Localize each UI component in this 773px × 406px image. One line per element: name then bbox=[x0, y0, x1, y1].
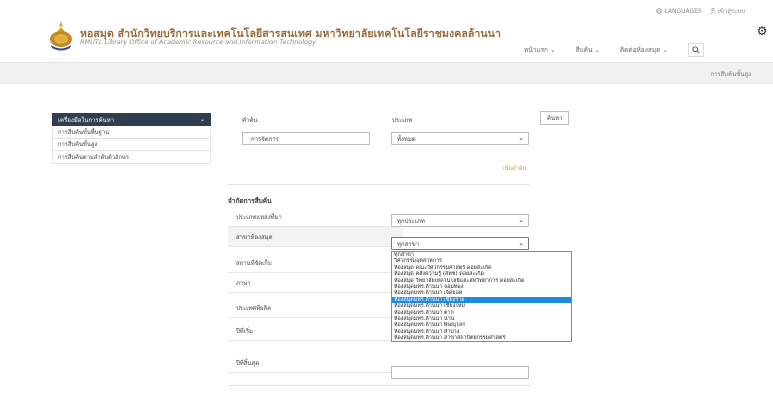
filter-label-library-branch: สาขาห้องสมุด bbox=[228, 227, 403, 247]
divider bbox=[228, 184, 530, 185]
filter-label-text: ปีที่สิ้นสุด bbox=[236, 359, 260, 367]
type-label: ประเภท bbox=[392, 117, 413, 124]
filter-label-text: ประเภทแหล่งที่มา bbox=[236, 213, 282, 221]
main-nav: หน้าแรก ⌄ สืบค้น ⌄ ติดต่อห้องสมุด ⌄ bbox=[524, 43, 704, 57]
filter-label-text: สาขาห้องสมุด bbox=[236, 233, 273, 241]
filter-label-language: ภาษา bbox=[228, 273, 403, 293]
languages-label: LANGUAGES bbox=[664, 7, 702, 15]
breadcrumb: การสืบค้นขั้นสูง bbox=[710, 71, 751, 78]
filter-label-text: ภาษา bbox=[236, 279, 251, 287]
limit-section-title: จำกัดการสืบค้น bbox=[228, 197, 272, 205]
sidebar-header-label: เครื่องมือในการค้นหา bbox=[58, 116, 115, 124]
source-type-select[interactable]: ทุกประเภท ⌄ bbox=[391, 214, 529, 227]
filter-label-end-year: ปีที่สิ้นสุด bbox=[228, 353, 403, 373]
chevron-down-icon: ⌄ bbox=[518, 134, 524, 142]
nav-contact-label: ติดต่อห้องสมุด bbox=[619, 46, 661, 54]
chevron-down-icon: ⌄ bbox=[594, 46, 600, 54]
chevron-down-icon: ⌄ bbox=[662, 46, 668, 54]
end-year-input[interactable] bbox=[391, 366, 529, 379]
type-select[interactable]: ทั้งหมด ⌄ bbox=[391, 132, 529, 145]
filter-label-location: สถานที่จัดเก็บ bbox=[228, 253, 403, 273]
languages-link[interactable]: LANGUAGES bbox=[656, 6, 702, 16]
divider bbox=[228, 385, 530, 386]
login-link[interactable]: เข้าสู่ระบบ bbox=[710, 6, 745, 16]
nav-home[interactable]: หน้าแรก ⌄ bbox=[524, 45, 556, 55]
library-branch-dropdown-list[interactable]: ทุกสาขา วิศวกรรมอุตสาหการ ห้องสมุด คณะวิ… bbox=[391, 251, 572, 343]
header-search-button[interactable] bbox=[687, 43, 704, 57]
add-keyword-link[interactable]: เพิ่มคำค้น bbox=[503, 165, 526, 173]
settings-gear-icon[interactable]: ⚙ bbox=[751, 20, 773, 42]
filter-label-start-year: ปีที่เริ่ม bbox=[228, 321, 403, 341]
nav-search-label: สืบค้น bbox=[575, 46, 593, 54]
source-type-value: ทุกประเภท bbox=[397, 217, 425, 225]
breadcrumb-bar: การสืบค้นขั้นสูง bbox=[0, 62, 773, 84]
login-label: เข้าสู่ระบบ bbox=[717, 8, 745, 15]
globe-icon bbox=[656, 8, 663, 14]
chevron-down-icon: ⌄ bbox=[199, 116, 205, 123]
filter-label-text: สถานที่จัดเก็บ bbox=[236, 259, 272, 267]
chevron-down-icon: ⌄ bbox=[518, 216, 524, 224]
search-icon bbox=[692, 46, 700, 54]
sidebar-item-basic-search[interactable]: การสืบค้นขั้นพื้นฐาน bbox=[52, 126, 211, 139]
university-logo bbox=[50, 21, 72, 51]
search-button[interactable]: ค้นหา bbox=[540, 111, 570, 125]
nav-home-label: หน้าแรก bbox=[524, 46, 548, 54]
filter-label-text: ปีที่เริ่ม bbox=[236, 327, 253, 335]
keyword-label: คำค้น bbox=[242, 117, 258, 124]
sidebar: เครื่องมือในการค้นหา ⌄ การสืบค้นขั้นพื้น… bbox=[52, 113, 211, 164]
chevron-down-icon: ⌄ bbox=[518, 239, 524, 247]
library-branch-value: ทุกสาขา bbox=[397, 240, 420, 248]
dropdown-option[interactable]: ห้องสมุดมทร.ล้านนา สาขาสถาปัตยกรรมศาสตร์ bbox=[392, 335, 571, 341]
filter-label-country: ประเทศที่ผลิต bbox=[228, 298, 403, 318]
site-subtitle: RMUTL Library Office of Academic Resourc… bbox=[80, 38, 316, 46]
filter-label-source-type: ประเภทแหล่งที่มา bbox=[228, 207, 403, 227]
top-header: LANGUAGES เข้าสู่ระบบ ⚙ หอสมุด สำนักวิทย… bbox=[0, 0, 773, 60]
nav-search[interactable]: สืบค้น ⌄ bbox=[576, 45, 600, 55]
nav-contact[interactable]: ติดต่อห้องสมุด ⌄ bbox=[620, 45, 668, 55]
top-links: LANGUAGES เข้าสู่ระบบ bbox=[656, 6, 745, 16]
user-icon bbox=[710, 8, 716, 14]
sidebar-header[interactable]: เครื่องมือในการค้นหา ⌄ bbox=[52, 113, 211, 126]
sidebar-item-alphabetical-search[interactable]: การสืบค้นตามลำดับตัวอักษร bbox=[52, 151, 211, 164]
filter-label-text: ประเทศที่ผลิต bbox=[236, 304, 272, 312]
chevron-down-icon: ⌄ bbox=[550, 46, 556, 54]
keyword-input[interactable]: การจัดการ bbox=[242, 132, 370, 145]
sidebar-item-advanced-search[interactable]: การสืบค้นขั้นสูง bbox=[52, 138, 211, 151]
library-branch-select[interactable]: ทุกสาขา ⌄ bbox=[391, 237, 529, 250]
type-select-value: ทั้งหมด bbox=[397, 135, 416, 143]
